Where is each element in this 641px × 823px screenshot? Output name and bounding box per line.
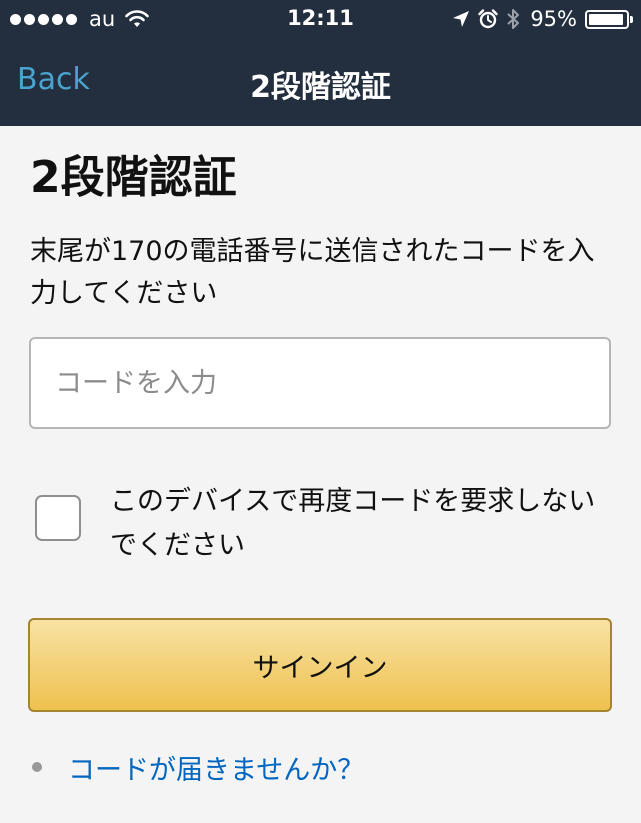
nav-title: 2段階認証 xyxy=(250,70,391,105)
help-list-item: コードが届きませんか？ xyxy=(30,744,364,790)
code-input[interactable] xyxy=(29,337,611,429)
app-header: au 12:11 95% Back 2段階認証 xyxy=(0,0,641,126)
alarm-clock-icon xyxy=(478,9,499,29)
bullet-icon xyxy=(32,762,42,772)
status-bar: au 12:11 95% xyxy=(0,0,641,38)
bluetooth-icon xyxy=(507,9,520,29)
status-bar-right: 95% xyxy=(452,7,633,31)
battery-icon xyxy=(585,9,633,29)
code-not-received-link[interactable]: コードが届きませんか？ xyxy=(68,748,364,787)
remember-device-label[interactable]: このデバイスで再度コードを要求しないでください xyxy=(110,480,610,568)
battery-fill xyxy=(589,13,623,25)
remember-device-checkbox[interactable] xyxy=(35,495,81,541)
battery-percent: 95% xyxy=(530,7,577,31)
location-arrow-icon xyxy=(453,11,470,27)
instruction-text: 末尾が170の電話番号に送信されたコードを入力してください xyxy=(30,236,595,309)
signin-button[interactable]: サインイン xyxy=(28,618,612,712)
nav-bar: Back 2段階認証 xyxy=(0,38,641,126)
page-title: 2段階認証 xyxy=(30,152,237,203)
